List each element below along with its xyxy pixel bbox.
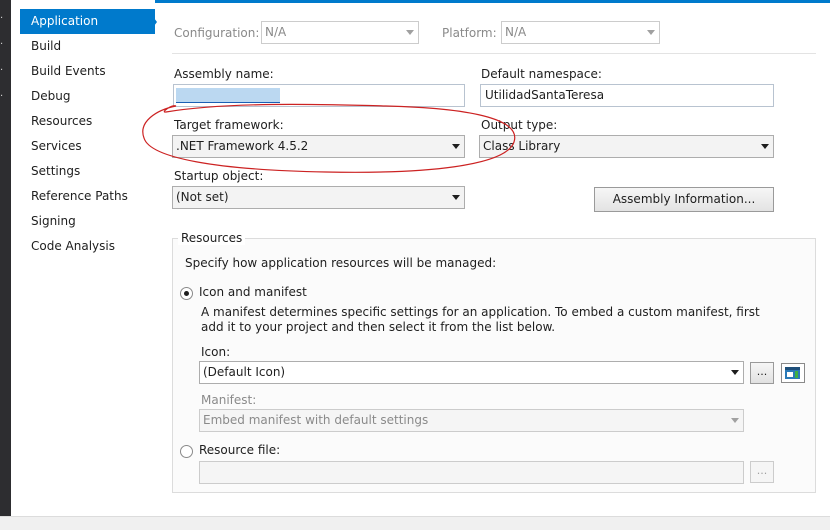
edge-glyph-icon: · [0, 65, 4, 76]
nav-item-debug[interactable]: Debug [20, 84, 155, 109]
chevron-down-icon [731, 418, 739, 423]
icon-manifest-description: A manifest determines specific settings … [201, 305, 760, 334]
annotation-ellipse-icon [142, 103, 516, 173]
icon-preview-icon [781, 363, 805, 383]
startup-object-label: Startup object: [174, 169, 264, 183]
icon-label: Icon: [201, 345, 231, 359]
configuration-label: Configuration: [174, 26, 260, 40]
resource-file-label[interactable]: Resource file: [199, 443, 280, 457]
configuration-value: N/A [265, 25, 287, 39]
default-namespace-label: Default namespace: [481, 67, 602, 81]
assembly-name-label: Assembly name: [174, 67, 274, 81]
platform-dropdown[interactable]: N/A [501, 21, 660, 44]
nav-item-signing[interactable]: Signing [20, 209, 155, 234]
bottom-status-strip [0, 516, 830, 530]
configuration-dropdown[interactable]: N/A [261, 21, 419, 44]
icon-dropdown[interactable]: (Default Icon) [199, 361, 744, 384]
manifest-dropdown[interactable]: Embed manifest with default settings [199, 409, 744, 432]
ide-edge-strip: · · · · [0, 0, 11, 530]
header-divider [172, 53, 816, 54]
icon-manifest-radio[interactable] [180, 287, 193, 300]
icon-browse-button[interactable]: ... [750, 362, 774, 384]
resources-intro-text: Specify how application resources will b… [185, 256, 497, 270]
manifest-label: Manifest: [201, 393, 257, 407]
edge-glyph-icon: · [0, 39, 4, 50]
resource-file-browse-button[interactable]: ... [750, 461, 774, 483]
active-tab-underline [155, 0, 830, 3]
chevron-down-icon [647, 30, 655, 35]
chevron-down-icon [406, 30, 414, 35]
edge-glyph-icon: · [0, 91, 4, 102]
edge-glyph-icon: · [0, 13, 4, 24]
resource-file-input[interactable] [199, 461, 744, 484]
nav-item-application[interactable]: Application [20, 9, 155, 34]
manifest-value: Embed manifest with default settings [203, 413, 429, 427]
nav-item-build[interactable]: Build [20, 34, 155, 59]
platform-label: Platform: [442, 26, 497, 40]
nav-item-services[interactable]: Services [20, 134, 155, 159]
startup-object-value: (Not set) [176, 190, 229, 204]
chevron-down-icon [731, 370, 739, 375]
chevron-down-icon [452, 195, 460, 200]
startup-object-dropdown[interactable]: (Not set) [172, 186, 465, 209]
nav-active-arrow-icon [148, 10, 157, 34]
nav-item-resources[interactable]: Resources [20, 109, 155, 134]
resources-group-title: Resources [178, 231, 246, 245]
icon-value: (Default Icon) [203, 365, 286, 379]
nav-item-code-analysis[interactable]: Code Analysis [20, 234, 155, 259]
icon-manifest-label[interactable]: Icon and manifest [199, 285, 307, 299]
resource-file-radio[interactable] [180, 445, 193, 458]
chevron-down-icon [761, 144, 769, 149]
nav-item-build-events[interactable]: Build Events [20, 59, 155, 84]
nav-item-settings[interactable]: Settings [20, 159, 155, 184]
nav-item-reference-paths[interactable]: Reference Paths [20, 184, 155, 209]
platform-value: N/A [505, 25, 527, 39]
assembly-information-button[interactable]: Assembly Information... [594, 187, 774, 212]
